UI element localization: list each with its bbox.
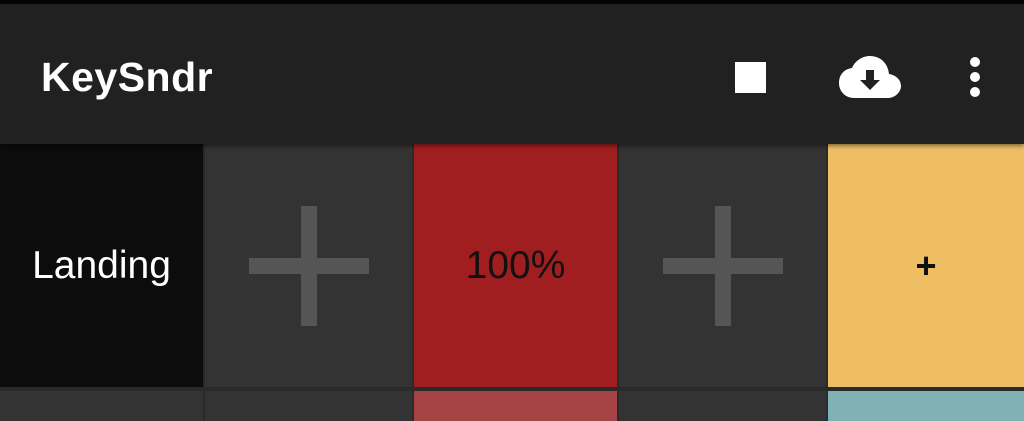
add-icon [662, 205, 783, 326]
stop-button[interactable] [715, 42, 785, 112]
add-key-tile[interactable] [619, 144, 826, 387]
key-tile-landing[interactable]: Landing [0, 144, 203, 387]
tile-label: Landing [32, 244, 171, 287]
more-options-button[interactable] [940, 42, 1010, 112]
stop-icon [734, 61, 766, 93]
key-tile-row2[interactable] [414, 391, 617, 421]
key-tile-row2[interactable] [828, 391, 1024, 421]
key-tile-100-percent[interactable]: 100% [414, 144, 617, 387]
add-icon [248, 205, 369, 326]
key-tile-row2[interactable] [619, 391, 826, 421]
cloud-download-button[interactable] [835, 42, 905, 112]
key-grid: Landing 100% + [0, 144, 1024, 421]
tile-label: + [915, 244, 937, 286]
app-bar: KeySndr [0, 4, 1024, 144]
tile-label: 100% [465, 244, 566, 287]
cloud-download-icon [839, 56, 901, 98]
key-tile-row2[interactable] [205, 391, 412, 421]
more-vert-icon [970, 57, 980, 97]
app-title: KeySndr [41, 54, 214, 100]
key-tile-row2[interactable] [0, 391, 203, 421]
key-tile-plus[interactable]: + [828, 144, 1024, 387]
add-key-tile[interactable] [205, 144, 412, 387]
